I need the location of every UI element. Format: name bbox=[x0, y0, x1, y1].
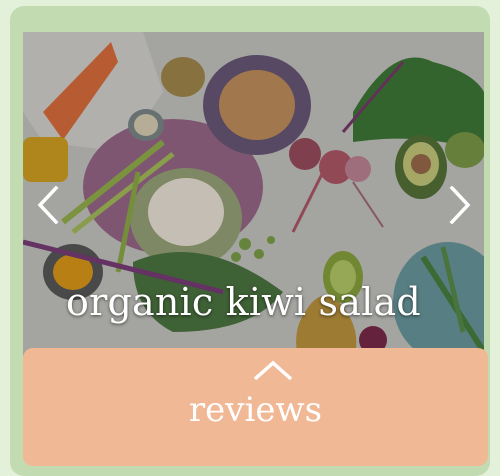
chevron-up-icon[interactable] bbox=[253, 360, 293, 382]
reviews-label: reviews bbox=[188, 390, 323, 430]
chevron-right-icon bbox=[449, 186, 471, 224]
slide-caption: organic kiwi salad bbox=[66, 280, 421, 324]
chevron-left-icon bbox=[37, 186, 59, 224]
previous-slide-button[interactable] bbox=[28, 180, 68, 230]
reviews-panel[interactable]: reviews bbox=[23, 348, 488, 466]
next-slide-button[interactable] bbox=[440, 180, 480, 230]
